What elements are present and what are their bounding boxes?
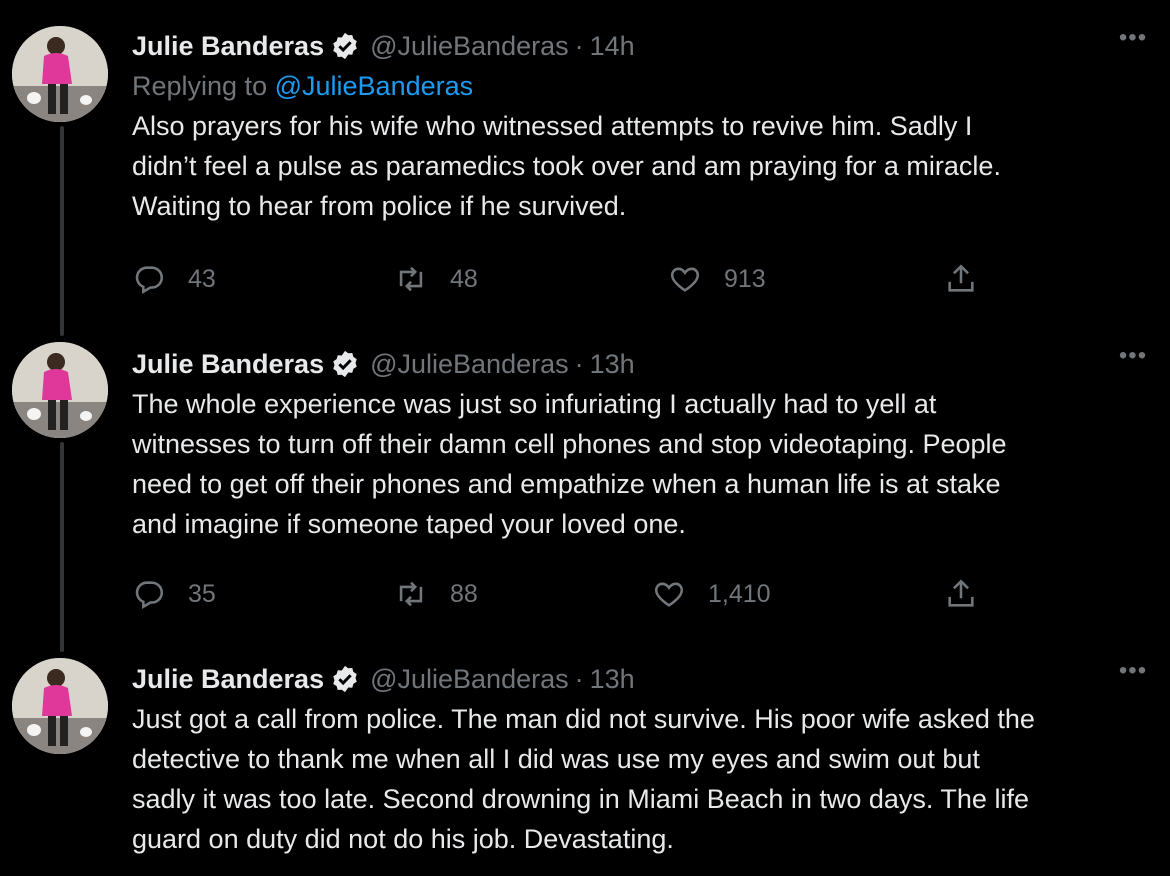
- reply-icon: [135, 266, 164, 295]
- more-options-icon[interactable]: •••: [1116, 344, 1150, 374]
- tweet-time[interactable]: 13h: [590, 664, 635, 695]
- tweet-text: Just got a call from police. The man did…: [132, 704, 1035, 854]
- separator: ·: [574, 663, 584, 694]
- more-options-icon[interactable]: •••: [1116, 26, 1150, 56]
- verified-badge-icon: [330, 349, 360, 379]
- share-icon: [948, 264, 974, 292]
- share-button[interactable]: [944, 259, 978, 299]
- more-options-icon[interactable]: •••: [1116, 659, 1150, 689]
- separator: ·: [574, 30, 584, 61]
- reply-count: 43: [188, 264, 216, 293]
- author-name[interactable]: Julie Banderas: [132, 31, 324, 62]
- tweet-actions: 43 48 913: [132, 259, 992, 299]
- retweet-button[interactable]: 88: [394, 574, 478, 614]
- mention-link[interactable]: @JulieBanderas: [275, 71, 474, 101]
- reply-count: 35: [188, 579, 216, 608]
- avatar[interactable]: [12, 342, 108, 438]
- verified-badge-icon: [330, 31, 360, 61]
- verified-badge-icon: [330, 664, 360, 694]
- retweet-icon: [399, 581, 423, 607]
- retweet-button[interactable]: 48: [394, 259, 478, 299]
- share-icon: [948, 579, 974, 607]
- separator: ·: [574, 348, 584, 379]
- tweet-header: Julie Banderas @JulieBanderas · 13h: [132, 344, 1170, 384]
- retweet-count: 88: [450, 579, 478, 608]
- replying-label: Replying to: [132, 71, 268, 101]
- tweet[interactable]: Julie Banderas @JulieBanderas · 14h ••• …: [132, 26, 1170, 226]
- tweet-time[interactable]: 13h: [590, 349, 635, 380]
- retweet-icon: [399, 266, 423, 292]
- heart-icon: [670, 267, 700, 292]
- author-name[interactable]: Julie Banderas: [132, 664, 324, 695]
- share-button[interactable]: [944, 574, 978, 614]
- tweet-actions: 35 88 1,410: [132, 574, 992, 614]
- like-count: 1,410: [708, 579, 771, 608]
- like-button[interactable]: 1,410: [652, 574, 771, 614]
- author-handle[interactable]: @JulieBanderas: [370, 31, 569, 62]
- tweet-header: Julie Banderas @JulieBanderas · 14h: [132, 26, 1170, 66]
- thread-connector-line: [60, 442, 64, 652]
- author-handle[interactable]: @JulieBanderas: [370, 664, 569, 695]
- avatar[interactable]: [12, 658, 108, 754]
- like-count: 913: [724, 264, 766, 293]
- reply-button[interactable]: 35: [132, 574, 216, 614]
- tweet-header: Julie Banderas @JulieBanderas · 13h: [132, 659, 1170, 699]
- tweet-time[interactable]: 14h: [590, 31, 635, 62]
- tweet-text: Also prayers for his wife who witnessed …: [132, 111, 1001, 221]
- author-name[interactable]: Julie Banderas: [132, 349, 324, 380]
- like-button[interactable]: 913: [668, 259, 766, 299]
- tweet[interactable]: Julie Banderas @JulieBanderas · 13h ••• …: [132, 344, 1170, 544]
- avatar[interactable]: [12, 26, 108, 122]
- retweet-count: 48: [450, 264, 478, 293]
- tweet[interactable]: Julie Banderas @JulieBanderas · 13h ••• …: [132, 659, 1170, 859]
- thread-connector-line: [60, 126, 64, 336]
- replying-to-line: Replying to @JulieBanderas: [132, 66, 1170, 106]
- reply-button[interactable]: 43: [132, 259, 216, 299]
- author-handle[interactable]: @JulieBanderas: [370, 349, 569, 380]
- tweet-text: The whole experience was just so infuria…: [132, 389, 1007, 539]
- heart-icon: [654, 582, 684, 607]
- reply-icon: [135, 581, 164, 610]
